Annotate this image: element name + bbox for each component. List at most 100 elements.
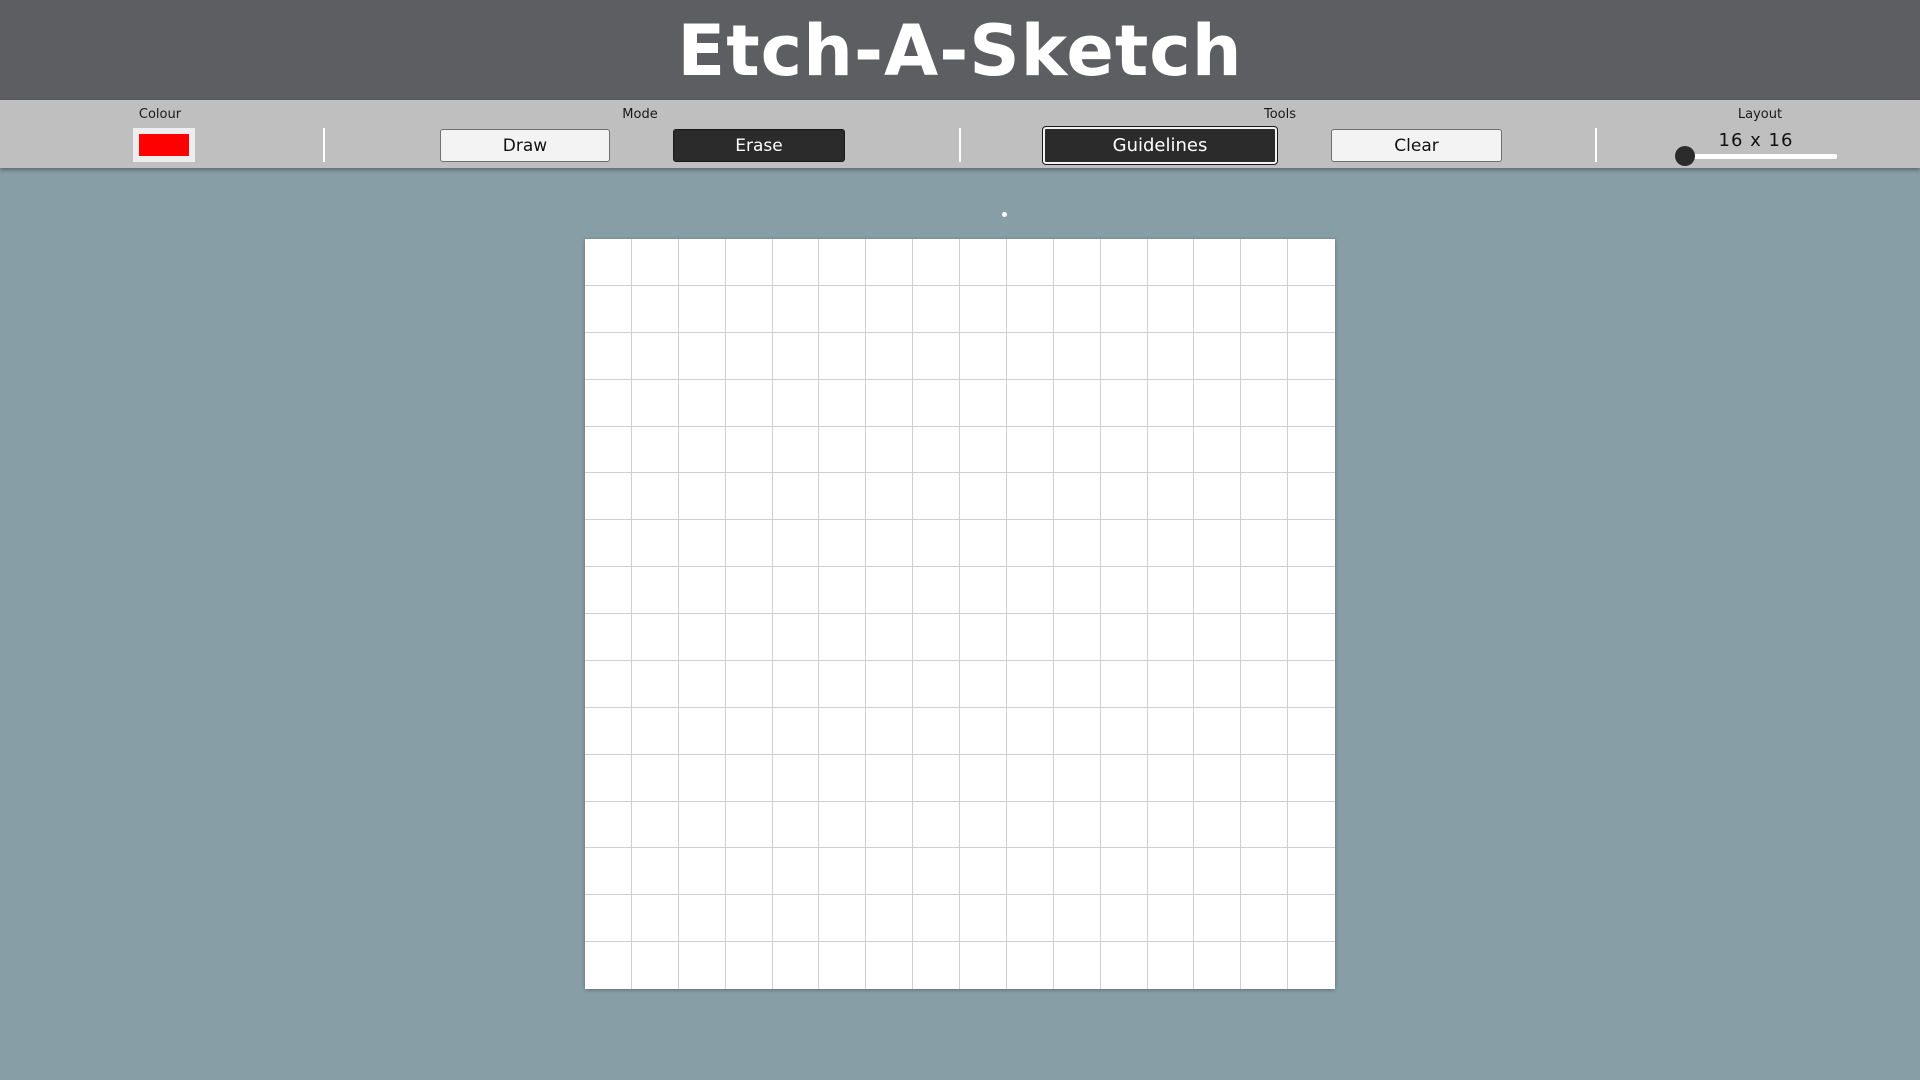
grid-cell[interactable] — [1100, 473, 1148, 521]
grid-cell[interactable] — [913, 801, 960, 849]
grid-cell[interactable] — [960, 426, 1007, 474]
grid-cell[interactable] — [1100, 426, 1148, 474]
grid-cell[interactable] — [1100, 614, 1148, 661]
grid-cell[interactable] — [1053, 801, 1101, 849]
grid-cell[interactable] — [1100, 707, 1148, 755]
grid-cell[interactable] — [585, 660, 632, 708]
grid-cell[interactable] — [1147, 567, 1195, 614]
grid-cell[interactable] — [960, 520, 1007, 568]
grid-cell[interactable] — [1194, 707, 1242, 755]
grid-cell[interactable] — [678, 614, 726, 661]
grid-cell[interactable] — [819, 332, 867, 380]
grid-cell[interactable] — [1006, 332, 1054, 380]
grid-cell[interactable] — [585, 567, 632, 614]
grid-cell[interactable] — [1241, 754, 1289, 802]
grid-cell[interactable] — [725, 567, 773, 614]
grid-cell[interactable] — [1053, 332, 1101, 380]
grid-cell[interactable] — [960, 379, 1007, 427]
grid-cell[interactable] — [1053, 520, 1101, 568]
grid-cell[interactable] — [819, 660, 867, 708]
grid-cell[interactable] — [1053, 942, 1101, 989]
grid-cell[interactable] — [1006, 754, 1054, 802]
grid-cell[interactable] — [819, 285, 867, 333]
grid-cell[interactable] — [678, 379, 726, 427]
grid-cell[interactable] — [1100, 239, 1148, 286]
grid-cell[interactable] — [913, 332, 960, 380]
grid-cell[interactable] — [960, 473, 1007, 521]
grid-cell[interactable] — [631, 473, 679, 521]
grid-cell[interactable] — [725, 660, 773, 708]
grid-cell[interactable] — [585, 239, 632, 286]
grid-cell[interactable] — [631, 239, 679, 286]
grid-cell[interactable] — [585, 379, 632, 427]
grid-cell[interactable] — [1194, 660, 1242, 708]
grid-cell[interactable] — [1053, 660, 1101, 708]
grid-cell[interactable] — [1288, 848, 1335, 896]
grid-cell[interactable] — [866, 426, 914, 474]
grid-cell[interactable] — [678, 567, 726, 614]
grid-cell[interactable] — [678, 426, 726, 474]
grid-cell[interactable] — [960, 285, 1007, 333]
grid-cell[interactable] — [913, 660, 960, 708]
grid-cell[interactable] — [1241, 473, 1289, 521]
grid-cell[interactable] — [819, 895, 867, 943]
grid-cell[interactable] — [772, 379, 820, 427]
grid-cell[interactable] — [1241, 520, 1289, 568]
grid-cell[interactable] — [1194, 332, 1242, 380]
grid-cell[interactable] — [1241, 379, 1289, 427]
grid-cell[interactable] — [866, 707, 914, 755]
grid-cell[interactable] — [1288, 754, 1335, 802]
grid-cell[interactable] — [1241, 848, 1289, 896]
grid-cell[interactable] — [1194, 285, 1242, 333]
grid-cell[interactable] — [1147, 332, 1195, 380]
grid-cell[interactable] — [819, 520, 867, 568]
grid-cell[interactable] — [1288, 660, 1335, 708]
grid-cell[interactable] — [1006, 239, 1054, 286]
grid-cell[interactable] — [772, 473, 820, 521]
grid-cell[interactable] — [678, 239, 726, 286]
grid-cell[interactable] — [678, 520, 726, 568]
grid-cell[interactable] — [1241, 895, 1289, 943]
grid-cell[interactable] — [1053, 426, 1101, 474]
grid-cell[interactable] — [1147, 754, 1195, 802]
grid-cell[interactable] — [725, 754, 773, 802]
grid-cell[interactable] — [1100, 567, 1148, 614]
grid-cell[interactable] — [913, 285, 960, 333]
grid-cell[interactable] — [1100, 942, 1148, 989]
grid-cell[interactable] — [1194, 614, 1242, 661]
grid-cell[interactable] — [678, 942, 726, 989]
grid-cell[interactable] — [631, 848, 679, 896]
grid-cell[interactable] — [960, 942, 1007, 989]
grid-cell[interactable] — [866, 754, 914, 802]
grid-cell[interactable] — [772, 332, 820, 380]
grid-cell[interactable] — [819, 614, 867, 661]
grid-cell[interactable] — [585, 426, 632, 474]
grid-cell[interactable] — [819, 848, 867, 896]
grid-cell[interactable] — [585, 332, 632, 380]
grid-cell[interactable] — [678, 473, 726, 521]
grid-cell[interactable] — [1053, 285, 1101, 333]
grid-cell[interactable] — [772, 660, 820, 708]
grid-cell[interactable] — [585, 942, 632, 989]
sketch-canvas[interactable] — [585, 239, 1335, 989]
grid-cell[interactable] — [725, 520, 773, 568]
grid-cell[interactable] — [913, 614, 960, 661]
grid-cell[interactable] — [772, 614, 820, 661]
grid-cell[interactable] — [1288, 801, 1335, 849]
grid-cell[interactable] — [631, 379, 679, 427]
grid-cell[interactable] — [1006, 660, 1054, 708]
grid-cell[interactable] — [1147, 660, 1195, 708]
grid-cell[interactable] — [585, 473, 632, 521]
grid-cell[interactable] — [678, 707, 726, 755]
grid-cell[interactable] — [960, 332, 1007, 380]
grid-cell[interactable] — [772, 707, 820, 755]
grid-cell[interactable] — [913, 942, 960, 989]
grid-cell[interactable] — [960, 660, 1007, 708]
grid-cell[interactable] — [631, 567, 679, 614]
grid-cell[interactable] — [631, 660, 679, 708]
grid-cell[interactable] — [960, 614, 1007, 661]
grid-cell[interactable] — [1194, 426, 1242, 474]
grid-cell[interactable] — [1100, 848, 1148, 896]
grid-cell[interactable] — [913, 520, 960, 568]
grid-cell[interactable] — [725, 614, 773, 661]
